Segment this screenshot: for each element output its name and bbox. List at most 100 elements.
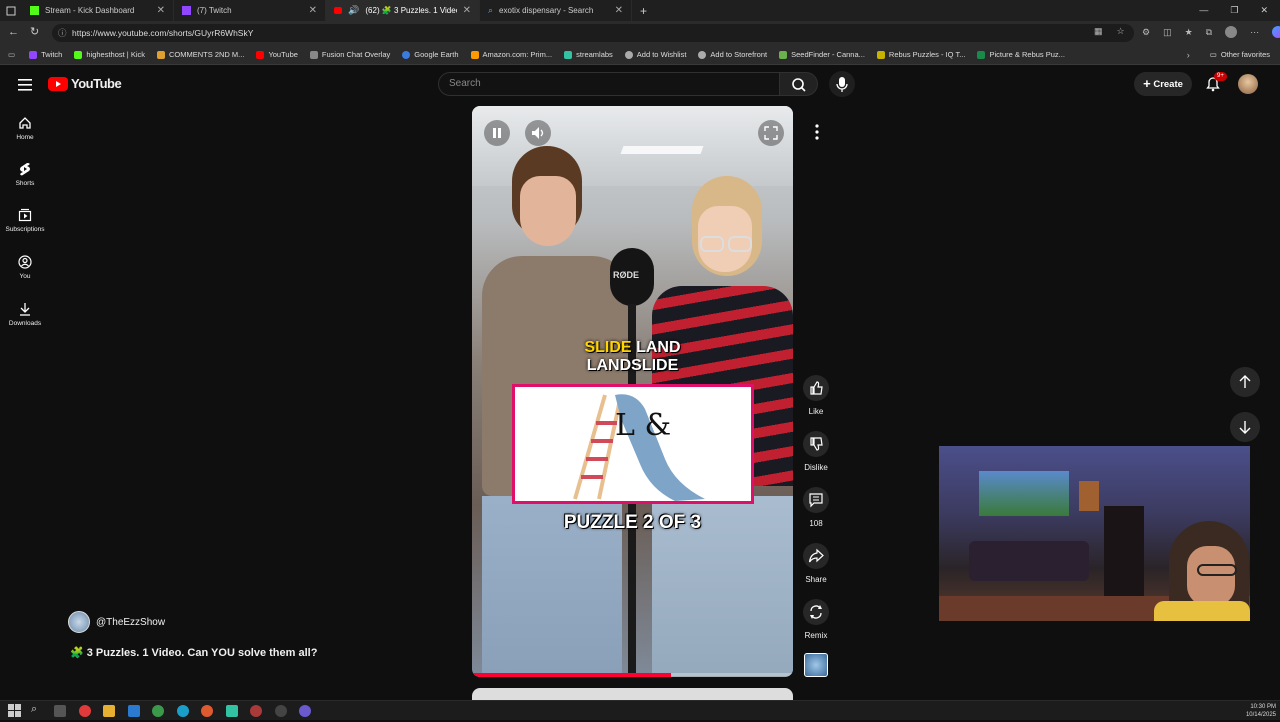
refresh-icon[interactable]: ↻ <box>30 25 39 38</box>
bookmark-icon <box>876 50 885 59</box>
bookmark-storefront[interactable]: Add to Storefront <box>692 50 773 59</box>
copilot-icon[interactable] <box>1272 26 1280 38</box>
bookmark-rebus[interactable]: Rebus Puzzles - IQ T... <box>871 50 972 59</box>
pause-button[interactable] <box>484 120 510 146</box>
obs-icon[interactable] <box>275 705 287 717</box>
tab-search[interactable]: ⌕ exotix dispensary - Search ✕ <box>480 0 632 21</box>
close-icon[interactable]: ✕ <box>309 5 317 16</box>
bookmark-google-earth[interactable]: Google Earth <box>396 50 464 59</box>
sidebar-label: You <box>19 273 31 280</box>
sidebar-item-you[interactable]: You <box>0 255 50 280</box>
close-icon[interactable]: ✕ <box>157 5 165 16</box>
system-clock[interactable]: 10:30 PM 10/14/2025 <box>1240 703 1276 719</box>
collections-icon[interactable]: ⧉ <box>1206 27 1212 38</box>
video-title[interactable]: 🧩 3 Puzzles. 1 Video. Can YOU solve them… <box>70 646 317 659</box>
fullscreen-button[interactable] <box>758 120 784 146</box>
edge-icon[interactable] <box>177 705 189 717</box>
share-button[interactable] <box>803 543 829 569</box>
bookmark-comments[interactable]: COMMENTS 2ND M... <box>151 50 250 59</box>
account-avatar[interactable] <box>1238 74 1258 94</box>
comments-button[interactable] <box>803 487 829 513</box>
firefox-icon[interactable] <box>201 705 213 717</box>
file-explorer-icon[interactable] <box>103 705 115 717</box>
favorites-icon[interactable]: ★ <box>1185 27 1193 38</box>
bookmark-picture-rebus[interactable]: Picture & Rebus Puz... <box>971 50 1070 59</box>
outlook-icon[interactable] <box>128 705 140 717</box>
youtube-icon <box>256 50 265 59</box>
bookmark-twitch[interactable]: Twitch <box>23 50 68 59</box>
sidebar-item-subscriptions[interactable]: Subscriptions <box>0 208 50 233</box>
share-label: Share <box>805 575 827 584</box>
volume-button[interactable] <box>525 120 551 146</box>
bookmark-label: Rebus Puzzles - IQ T... <box>888 50 966 59</box>
maximize-icon[interactable]: ❐ <box>1230 5 1238 16</box>
search-input[interactable]: Search <box>438 72 780 96</box>
bookmark-streamlabs[interactable]: streamlabs <box>558 50 619 59</box>
tab-kick[interactable]: Stream - Kick Dashboard ✕ <box>22 0 174 21</box>
bookmark-kick[interactable]: highesthost | Kick <box>68 50 151 59</box>
bookmark-seedfinder[interactable]: SeedFinder - Canna... <box>773 50 871 59</box>
task-view-icon[interactable] <box>54 705 66 717</box>
site-info-icon[interactable]: ⓘ <box>58 24 67 42</box>
next-short-preview[interactable] <box>472 688 793 700</box>
split-screen-icon[interactable]: ◫ <box>1163 27 1172 38</box>
share-icon <box>808 548 824 563</box>
app-icon[interactable] <box>250 705 262 717</box>
apps-icon[interactable]: ▦ <box>1094 26 1103 37</box>
create-button[interactable]: + Create <box>1134 72 1192 96</box>
next-short-button[interactable] <box>1230 412 1260 442</box>
app-icon[interactable] <box>79 705 91 717</box>
youtube-logo[interactable]: YouTube <box>48 76 122 91</box>
search-button[interactable] <box>780 72 818 96</box>
bookmark-amazon[interactable]: Amazon.com: Prim... <box>465 50 559 59</box>
chrome-icon[interactable] <box>152 705 164 717</box>
tab-twitch[interactable]: (7) Twitch ✕ <box>174 0 326 21</box>
speaker-icon[interactable]: 🔊 <box>348 5 359 16</box>
address-bar-row: ← ↻ ⓘ https://www.youtube.com/shorts/GUy… <box>0 21 1280 45</box>
channel-avatar[interactable] <box>68 611 90 633</box>
tab-actions-icon[interactable] <box>0 0 22 21</box>
bookmark-fusion[interactable]: Fusion Chat Overlay <box>304 50 396 59</box>
back-icon[interactable]: ← <box>8 26 19 38</box>
bookmark-folder-icon[interactable]: ▭ <box>0 50 23 59</box>
sidebar-item-downloads[interactable]: Downloads <box>0 302 50 327</box>
bookmark-label: Add to Wishlist <box>636 50 687 59</box>
discord-icon[interactable] <box>299 705 311 717</box>
sidebar-item-home[interactable]: Home <box>0 116 50 141</box>
channel-name[interactable]: @TheEzzShow <box>96 617 165 628</box>
streamlabs-icon <box>564 50 573 59</box>
close-icon[interactable]: ✕ <box>615 5 623 16</box>
menu-icon[interactable] <box>18 78 32 96</box>
streamlabs-icon[interactable] <box>226 705 238 717</box>
favorite-star-icon[interactable]: ☆ <box>1117 26 1125 37</box>
wall-poster <box>1079 481 1099 511</box>
windows-start-icon[interactable] <box>8 704 21 722</box>
remix-button[interactable] <box>803 599 829 625</box>
chevron-right-icon[interactable]: › <box>1173 50 1204 60</box>
new-tab-button[interactable]: + <box>632 4 655 18</box>
previous-short-button[interactable] <box>1230 367 1260 397</box>
url-field[interactable]: ⓘ https://www.youtube.com/shorts/GUyrR6W… <box>52 24 1134 42</box>
window-close-icon[interactable]: ✕ <box>1260 5 1268 16</box>
logo-text: YouTube <box>71 76 122 91</box>
more-icon[interactable]: ⋯ <box>1250 27 1259 38</box>
voice-search-button[interactable] <box>829 71 855 97</box>
sidebar-item-shorts[interactable]: Shorts <box>0 162 50 187</box>
bookmark-wishlist[interactable]: Add to Wishlist <box>619 50 693 59</box>
shorts-video-player[interactable]: RØDE SLIDE LAND LANDSLIDE L & PUZZLE 2 O… <box>472 106 793 677</box>
search-icon[interactable]: ⌕ <box>31 703 37 716</box>
other-favorites[interactable]: ▭ Other favorites <box>1204 50 1280 59</box>
dislike-button[interactable] <box>803 431 829 457</box>
tab-youtube[interactable]: 🔊 (62) 🧩 3 Puzzles. 1 Video. C... ✕ <box>326 0 480 21</box>
close-icon[interactable]: ✕ <box>463 5 471 16</box>
extensions-icon[interactable]: ⚙ <box>1142 27 1150 38</box>
like-button[interactable] <box>803 375 829 401</box>
bookmark-youtube[interactable]: YouTube <box>250 50 303 59</box>
progress-track[interactable] <box>472 673 793 677</box>
notifications-button[interactable]: 9+ <box>1205 72 1227 97</box>
audio-source-thumbnail[interactable] <box>804 653 828 677</box>
puzzle-letters: L & <box>615 408 672 443</box>
profile-avatar[interactable] <box>1225 26 1238 38</box>
minimize-icon[interactable]: — <box>1199 5 1208 16</box>
more-options-button[interactable] <box>808 120 826 144</box>
